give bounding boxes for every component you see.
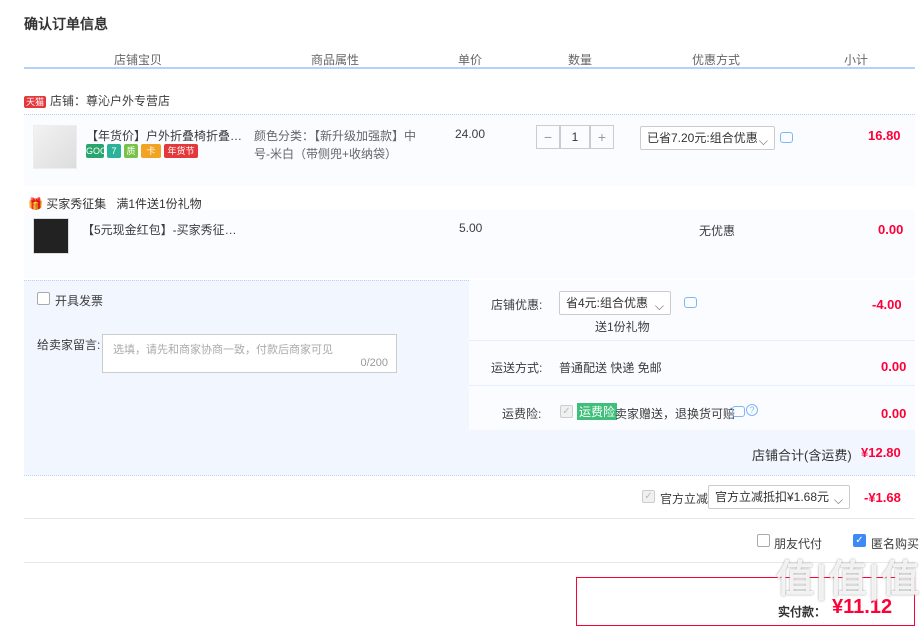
item-unit-price: 24.00 <box>455 127 486 141</box>
official-discount-amount: -¥1.68 <box>864 490 901 505</box>
page-title: 确认订单信息 <box>24 16 108 32</box>
divider <box>24 518 915 519</box>
item-thumbnail[interactable] <box>33 125 77 169</box>
help-icon[interactable]: ? <box>746 404 758 416</box>
official-discount-select[interactable]: 官方立减抵扣¥1.68元 ⌵ <box>708 485 850 509</box>
shop-total-label: 店铺合计(含运费) <box>752 448 852 463</box>
qty-minus-button[interactable]: − <box>536 125 560 149</box>
header-discount: 优惠方式 <box>691 53 740 67</box>
chevron-down-icon: ⌵ <box>654 299 664 313</box>
shipping-amount: 0.00 <box>881 359 907 374</box>
header-quantity: 数量 <box>567 53 592 67</box>
header-divider <box>24 67 915 69</box>
header-subtotal: 小计 <box>843 53 868 67</box>
shop-promo-label: 店铺优惠: <box>491 298 543 312</box>
chat-icon[interactable] <box>684 297 697 308</box>
chat-icon[interactable] <box>780 132 793 143</box>
gift-name[interactable]: 【5元现金红包】-买家秀征集活动 <box>82 221 247 238</box>
anonymous-checkbox[interactable]: ✓ <box>853 534 866 547</box>
item-name[interactable]: 【年货价】户外折叠椅折叠凳露营钓鱼椅 <box>86 127 248 144</box>
store-name[interactable]: 店铺：尊沁户外专营店 <box>50 94 170 108</box>
shop-promo-select[interactable]: 省4元:组合优惠 ⌵ <box>559 291 671 315</box>
header-unit-price: 单价 <box>457 53 482 67</box>
chat-icon[interactable] <box>732 406 745 417</box>
header-store-item: 店铺宝贝 <box>113 53 162 67</box>
store-row: 天猫 店铺：尊沁户外专营店 <box>24 92 170 109</box>
gift-icon: 🎁 <box>28 197 43 211</box>
pay-label: 实付款： <box>778 605 827 619</box>
item-attributes: 颜色分类：【新升级加强款】中 号-米白（带侧兜+收纳袋） <box>254 129 417 161</box>
gift-discount: 无优惠 <box>699 224 736 238</box>
header-attributes: 商品属性 <box>310 53 359 67</box>
item-subtotal: 16.80 <box>868 128 901 143</box>
official-discount-label: 官方立减 <box>660 492 709 506</box>
seven-day-badge: 7 <box>107 143 121 158</box>
divider <box>469 385 915 386</box>
shop-promo-gift-note: 送1份礼物 <box>595 320 650 334</box>
shipping-label: 运送方式: <box>491 361 543 375</box>
message-label: 给卖家留言: <box>37 338 101 352</box>
qty-input[interactable]: 1 <box>560 125 590 149</box>
insurance-badge: 运费险 <box>577 403 618 420</box>
invoice-label: 开具发票 <box>55 294 104 308</box>
friend-pay-checkbox[interactable] <box>757 534 770 547</box>
item-badges: GOOD7 质卡年货节 <box>86 143 201 158</box>
official-discount-checkbox: ✓ <box>642 490 655 503</box>
qty-plus-button[interactable]: + <box>590 125 614 149</box>
gift-thumbnail[interactable] <box>33 218 69 254</box>
insurance-label: 运费险: <box>502 407 542 421</box>
shipping-value: 普通配送 快递 免邮 <box>559 361 662 375</box>
invoice-checkbox[interactable] <box>37 292 50 305</box>
item-discount-select[interactable]: 已省7.20元:组合优惠 ⌵ <box>640 126 775 150</box>
gift-unit-price: 5.00 <box>459 221 483 235</box>
divider <box>469 340 915 341</box>
chevron-down-icon: ⌵ <box>758 134 768 148</box>
insurance-amount: 0.00 <box>881 406 907 421</box>
tmall-tag: 天猫 <box>24 96 47 108</box>
good-badge: GOOD <box>86 143 114 158</box>
card-badge: 卡 <box>141 143 161 158</box>
quantity-stepper: − 1 + <box>536 125 614 149</box>
quality-badge: 质 <box>124 143 138 158</box>
message-input[interactable]: 选填，请先和商家协商一致，付款后商家可见 0/200 <box>102 334 397 373</box>
shop-total-value: ¥12.80 <box>861 445 901 460</box>
message-counter: 0/200 <box>360 357 388 369</box>
divider <box>24 475 915 476</box>
watermark-logo: 值|值|值 <box>776 559 922 601</box>
insurance-text: 卖家赠送，退换货可赔 <box>615 407 736 421</box>
insurance-checkbox: ✓ <box>560 405 573 418</box>
new-year-badge: 年货节 <box>164 143 198 158</box>
chevron-down-icon: ⌵ <box>833 493 843 507</box>
shop-promo-amount: -4.00 <box>872 297 902 312</box>
gift-subtotal: 0.00 <box>878 222 904 237</box>
